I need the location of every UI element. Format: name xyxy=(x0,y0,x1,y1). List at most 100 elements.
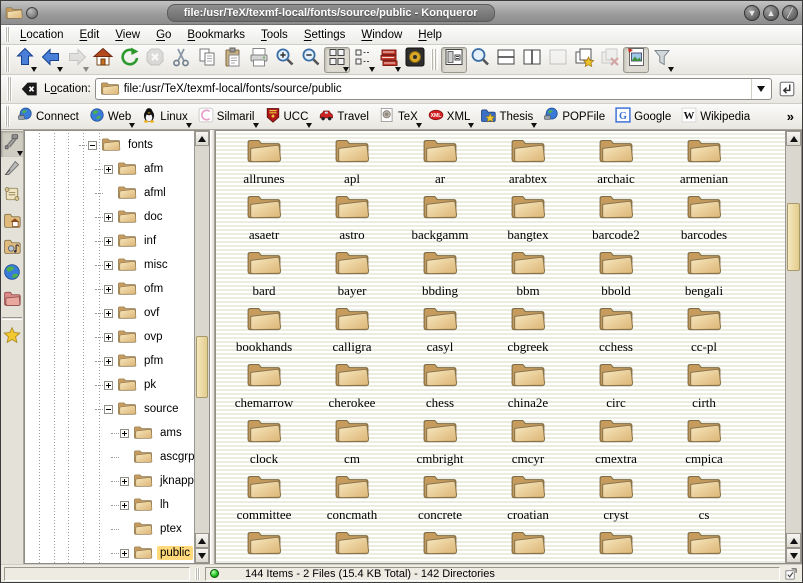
expand-plus-icon[interactable] xyxy=(104,237,113,246)
tree-item-doc[interactable]: doc xyxy=(25,205,194,229)
folder-cm[interactable]: cm xyxy=(308,415,396,471)
folder-partial[interactable] xyxy=(660,527,748,563)
folder-concrete[interactable]: concrete xyxy=(396,471,484,527)
folder-bard[interactable]: bard xyxy=(220,247,308,303)
bookmark-xml[interactable]: XMLXML xyxy=(423,105,476,128)
folder-archaic[interactable]: archaic xyxy=(572,135,660,191)
statusbar-settings-icon[interactable] xyxy=(783,567,799,581)
paste-button[interactable] xyxy=(220,47,246,73)
folder-bbding[interactable]: bbding xyxy=(396,247,484,303)
expand-plus-icon[interactable] xyxy=(120,477,129,486)
expand-plus-icon[interactable] xyxy=(104,213,113,222)
locbar-handle[interactable] xyxy=(7,77,12,101)
collapse-minus-icon[interactable] xyxy=(88,141,97,150)
expand-plus-icon[interactable] xyxy=(104,165,113,174)
tree-item-inf[interactable]: inf xyxy=(25,229,194,253)
menu-bookmarks[interactable]: Bookmarks xyxy=(179,27,253,43)
folder-barcodes[interactable]: barcodes xyxy=(660,191,748,247)
folder-china2e[interactable]: china2e xyxy=(484,359,572,415)
embedded-view-button[interactable] xyxy=(402,47,428,73)
menubar-handle[interactable] xyxy=(5,27,10,42)
folder-partial[interactable] xyxy=(220,527,308,563)
bookmark-popfile[interactable]: POPFile xyxy=(538,105,610,128)
tree-item-afml[interactable]: afml xyxy=(25,181,194,205)
sidebar-bookmarks-button[interactable] xyxy=(1,324,23,350)
folder-asaetr[interactable]: asaetr xyxy=(220,191,308,247)
tree-item-ofm[interactable]: ofm xyxy=(25,277,194,301)
sidebar-root-folder-button[interactable] xyxy=(1,287,23,313)
copy-button[interactable] xyxy=(194,47,220,73)
main-scroll-up-button[interactable] xyxy=(786,131,801,146)
list-view-button[interactable] xyxy=(350,47,376,73)
menu-tools[interactable]: Tools xyxy=(253,27,296,43)
icon-view-button[interactable] xyxy=(324,47,350,73)
folder-arabtex[interactable]: arabtex xyxy=(484,135,572,191)
sticky-button[interactable] xyxy=(26,7,38,19)
folder-circ[interactable]: circ xyxy=(572,359,660,415)
sidebar-config-button[interactable] xyxy=(1,131,23,157)
show-sidebar-button[interactable] xyxy=(441,47,467,73)
folder-cbgreek[interactable]: cbgreek xyxy=(484,303,572,359)
folder-chemarrow[interactable]: chemarrow xyxy=(220,359,308,415)
find-file-button[interactable] xyxy=(467,47,493,73)
thumbnail-preview-button[interactable] xyxy=(623,47,649,73)
location-combobox[interactable] xyxy=(95,78,772,100)
folder-cherokee[interactable]: cherokee xyxy=(308,359,396,415)
folder-chess[interactable]: chess xyxy=(396,359,484,415)
folder-concmath[interactable]: concmath xyxy=(308,471,396,527)
folder-casyl[interactable]: casyl xyxy=(396,303,484,359)
folder-cchess[interactable]: cchess xyxy=(572,303,660,359)
bookmark-connect[interactable]: Connect xyxy=(12,105,84,128)
bookbar-handle[interactable] xyxy=(5,106,10,127)
sidebar-network-button[interactable] xyxy=(1,261,23,287)
tree-scroll-down-button[interactable] xyxy=(195,548,209,563)
folder-cc-pl[interactable]: cc-pl xyxy=(660,303,748,359)
up-button[interactable] xyxy=(12,47,38,73)
folder-ar[interactable]: ar xyxy=(396,135,484,191)
menu-window[interactable]: Window xyxy=(353,27,410,43)
tree-scroll-thumb[interactable] xyxy=(196,336,208,398)
main-scroll-down-button[interactable] xyxy=(786,548,801,563)
menu-view[interactable]: View xyxy=(107,27,148,43)
folder-partial[interactable] xyxy=(396,527,484,563)
tree-item-ovf[interactable]: ovf xyxy=(25,301,194,325)
folder-armenian[interactable]: armenian xyxy=(660,135,748,191)
go-button[interactable] xyxy=(776,78,798,100)
toolbar-handle[interactable] xyxy=(5,47,10,72)
expand-plus-icon[interactable] xyxy=(120,501,129,510)
bookmark-web[interactable]: Web xyxy=(84,105,136,128)
folder-cirth[interactable]: cirth xyxy=(660,359,748,415)
sidebar-bookmark-add-button[interactable] xyxy=(1,157,23,183)
folder-partial[interactable] xyxy=(484,527,572,563)
bookmark-travel[interactable]: Travel xyxy=(313,105,374,128)
print-button[interactable] xyxy=(246,47,272,73)
sidebar-home-folder-button[interactable] xyxy=(1,209,23,235)
menu-edit[interactable]: Edit xyxy=(72,27,108,43)
reload-button[interactable] xyxy=(116,47,142,73)
tree-item-lh[interactable]: lh xyxy=(25,493,194,517)
expand-plus-icon[interactable] xyxy=(104,381,113,390)
folder-croatian[interactable]: croatian xyxy=(484,471,572,527)
home-button[interactable] xyxy=(90,47,116,73)
expand-plus-icon[interactable] xyxy=(104,333,113,342)
split-top-bottom-button[interactable] xyxy=(493,47,519,73)
tree-item-ascgrp[interactable]: ascgrp xyxy=(25,445,194,469)
folder-barcode2[interactable]: barcode2 xyxy=(572,191,660,247)
tree-item-ptex[interactable]: ptex xyxy=(25,517,194,541)
folder-allrunes[interactable]: allrunes xyxy=(220,135,308,191)
folder-bangtex[interactable]: bangtex xyxy=(484,191,572,247)
sidebar-history-button[interactable] xyxy=(1,183,23,209)
maximize-button[interactable]: ▲ xyxy=(763,5,779,21)
bookmark-thesis[interactable]: Thesis xyxy=(475,105,538,128)
minimize-button[interactable]: ▼ xyxy=(744,5,760,21)
statusbar-handle[interactable] xyxy=(195,568,200,580)
expand-plus-icon[interactable] xyxy=(120,549,129,558)
folder-cmcyr[interactable]: cmcyr xyxy=(484,415,572,471)
expand-plus-icon[interactable] xyxy=(104,357,113,366)
menu-go[interactable]: Go xyxy=(148,27,179,43)
folder-apl[interactable]: apl xyxy=(308,135,396,191)
main-scroll-thumb[interactable] xyxy=(787,203,800,271)
tree-item-jknappen[interactable]: jknappen xyxy=(25,469,194,493)
folder-partial[interactable] xyxy=(308,527,396,563)
folder-committee[interactable]: committee xyxy=(220,471,308,527)
